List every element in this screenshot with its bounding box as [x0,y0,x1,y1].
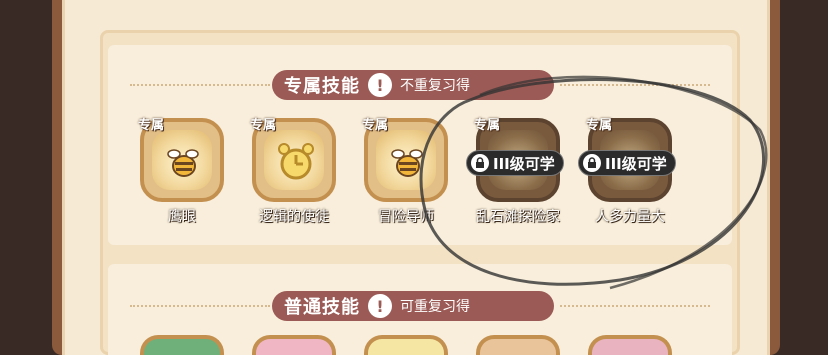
hand-drawn-circle-annotation [419,75,768,290]
